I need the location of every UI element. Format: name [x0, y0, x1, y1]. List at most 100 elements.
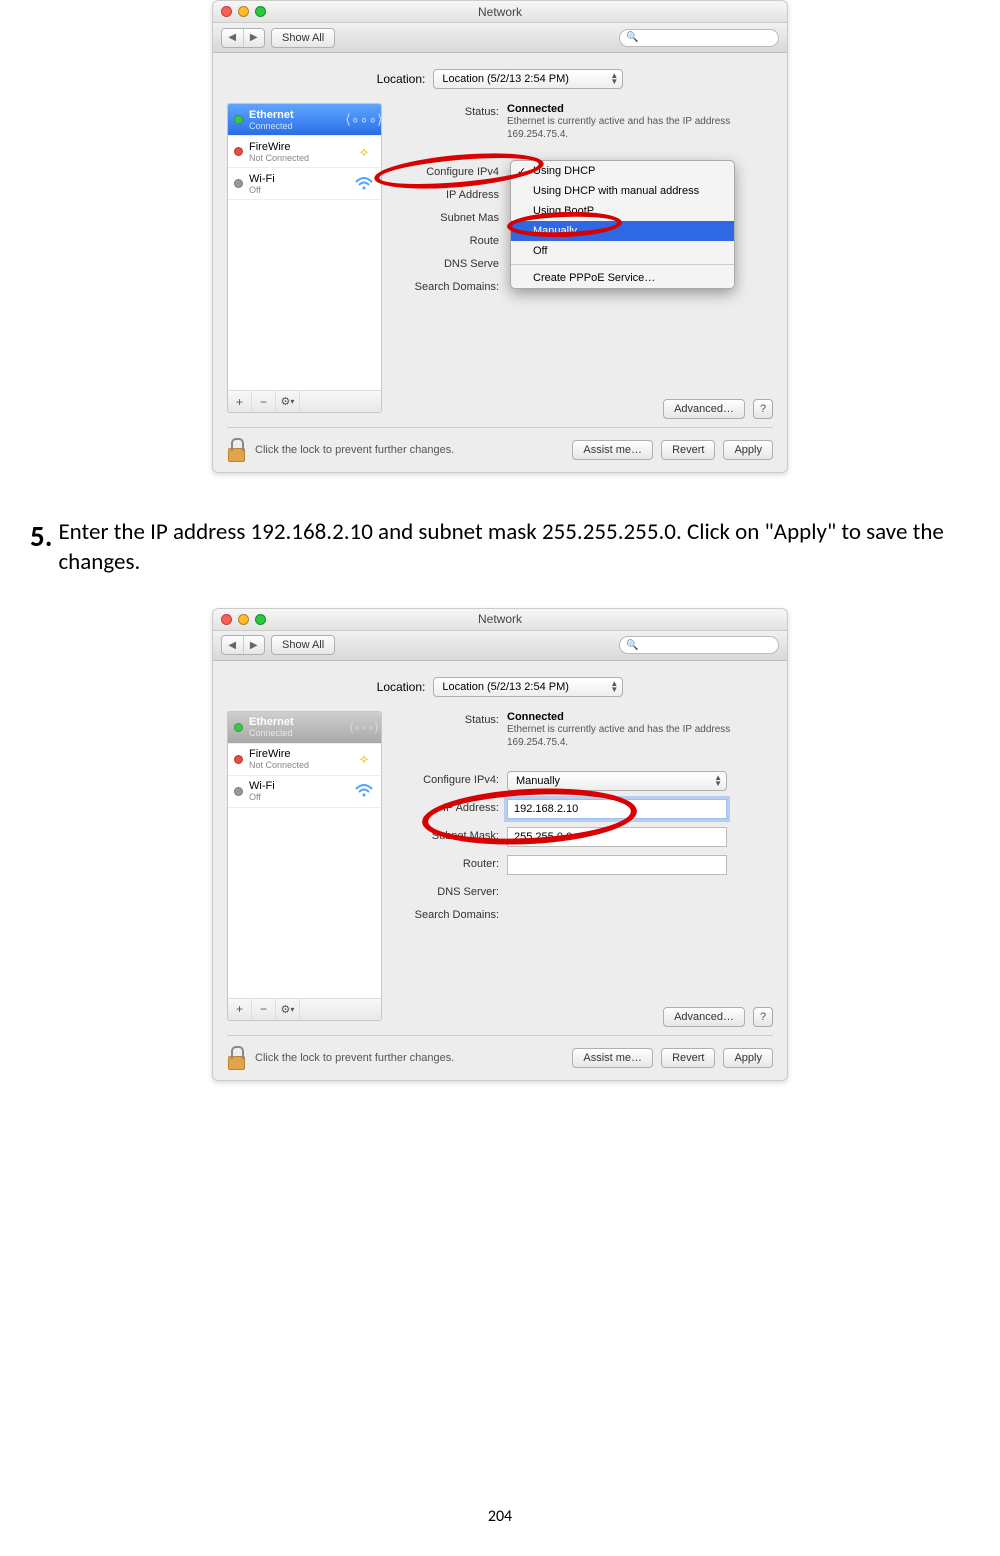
search-domains-label: Search Domains: — [392, 278, 507, 293]
gear-button[interactable]: ⚙︎▾ — [276, 391, 300, 412]
ip-label: IP Address: — [392, 799, 507, 814]
network-window-1: Network ◀ ▶ Show All 🔍 Location: Locatio… — [212, 0, 788, 473]
chevron-updown-icon: ▲▼ — [610, 681, 618, 693]
gear-icon: ⚙︎ — [281, 395, 291, 408]
wifi-icon — [353, 175, 375, 193]
status-dot-icon — [234, 115, 243, 124]
add-button[interactable]: + — [228, 999, 252, 1020]
back-icon[interactable]: ◀ — [222, 636, 244, 654]
menu-item-bootp[interactable]: Using BootP — [511, 201, 734, 221]
ip-address-input[interactable]: 192.168.2.10 — [507, 799, 727, 819]
lock-icon[interactable] — [227, 1046, 247, 1070]
help-button[interactable]: ? — [753, 1007, 773, 1027]
wifi-icon — [353, 782, 375, 800]
advanced-button[interactable]: Advanced… — [663, 399, 745, 419]
advanced-button[interactable]: Advanced… — [663, 1007, 745, 1027]
dns-label: DNS Serve — [392, 255, 507, 270]
titlebar[interactable]: Network — [213, 1, 787, 23]
status-desc: Ethernet is currently active and has the… — [507, 115, 773, 141]
config-ipv4-dropdown[interactable]: Manually ▲▼ — [507, 771, 727, 791]
nav-buttons[interactable]: ◀ ▶ — [221, 635, 265, 655]
gear-icon: ⚙︎ — [281, 1003, 291, 1016]
status-label: Status: — [392, 711, 507, 726]
search-domains-label: Search Domains: — [392, 906, 507, 921]
help-button[interactable]: ? — [753, 399, 773, 419]
location-label: Location: — [377, 72, 426, 86]
status-dot-icon — [234, 179, 243, 188]
location-value: Location (5/2/13 2:54 PM) — [442, 73, 569, 85]
location-dropdown[interactable]: Location (5/2/13 2:54 PM) ▲▼ — [433, 677, 623, 697]
assist-button[interactable]: Assist me… — [572, 1048, 653, 1068]
ethernet-icon: ⟨∘∘∘⟩ — [353, 718, 375, 736]
menu-item-pppoe[interactable]: Create PPPoE Service… — [511, 268, 734, 288]
firewire-icon: ⟡ — [353, 750, 375, 768]
config-label: Configure IPv4: — [392, 771, 507, 786]
router-label: Route — [392, 232, 507, 247]
window-title: Network — [213, 612, 787, 626]
status-dot-icon — [234, 787, 243, 796]
status-dot-icon — [234, 755, 243, 764]
sidebar-footer: + − ⚙︎▾ — [228, 998, 381, 1020]
services-sidebar: Ethernet Connected ⟨∘∘∘⟩ FireWire Not Co… — [227, 711, 382, 1021]
sidebar-item-firewire[interactable]: FireWire Not Connected ⟡ — [228, 136, 381, 168]
showall-button[interactable]: Show All — [271, 635, 335, 655]
status-dot-icon — [234, 723, 243, 732]
router-input[interactable] — [507, 855, 727, 875]
gear-button[interactable]: ⚙︎▾ — [276, 999, 300, 1020]
apply-button[interactable]: Apply — [723, 1048, 773, 1068]
menu-item-dhcp-manual[interactable]: Using DHCP with manual address — [511, 181, 734, 201]
showall-button[interactable]: Show All — [271, 28, 335, 48]
instruction-step-5: 5. Enter the IP address 192.168.2.10 and… — [30, 518, 970, 578]
menu-item-off[interactable]: Off — [511, 241, 734, 261]
details-panel: Status: Connected Ethernet is currently … — [392, 103, 773, 419]
search-input[interactable]: 🔍 — [619, 636, 779, 654]
location-dropdown[interactable]: Location (5/2/13 2:54 PM) ▲▼ — [433, 69, 623, 89]
ip-label: IP Address — [392, 186, 507, 201]
forward-icon[interactable]: ▶ — [244, 636, 265, 654]
apply-button[interactable]: Apply — [723, 440, 773, 460]
toolbar: ◀ ▶ Show All 🔍 — [213, 631, 787, 661]
search-input[interactable]: 🔍 — [619, 29, 779, 47]
menu-item-dhcp[interactable]: Using DHCP — [511, 161, 734, 181]
remove-button[interactable]: − — [252, 391, 276, 412]
location-value: Location (5/2/13 2:54 PM) — [442, 681, 569, 693]
search-icon: 🔍 — [626, 32, 638, 43]
revert-button[interactable]: Revert — [661, 1048, 715, 1068]
config-ipv4-menu[interactable]: Using DHCP Using DHCP with manual addres… — [510, 160, 735, 289]
remove-button[interactable]: − — [252, 999, 276, 1020]
titlebar[interactable]: Network — [213, 609, 787, 631]
menu-item-manually[interactable]: Manually — [511, 221, 734, 241]
status-label: Status: — [392, 103, 507, 118]
subnet-label: Subnet Mask: — [392, 827, 507, 842]
add-button[interactable]: + — [228, 391, 252, 412]
forward-icon[interactable]: ▶ — [244, 29, 265, 47]
status-value: Connected — [507, 103, 773, 115]
lock-icon[interactable] — [227, 438, 247, 462]
window-title: Network — [213, 5, 787, 19]
sidebar-item-wifi[interactable]: Wi-Fi Off — [228, 776, 381, 808]
step-number: 5. — [30, 518, 52, 578]
sidebar-item-firewire[interactable]: FireWire Not Connected ⟡ — [228, 744, 381, 776]
dns-label: DNS Server: — [392, 883, 507, 898]
subnet-mask-input[interactable]: 255.255.0.0 — [507, 827, 727, 847]
menu-separator — [511, 264, 734, 265]
nav-buttons[interactable]: ◀ ▶ — [221, 28, 265, 48]
ethernet-icon: ⟨∘∘∘⟩ — [353, 111, 375, 129]
status-dot-icon — [234, 147, 243, 156]
sidebar-item-ethernet[interactable]: Ethernet Connected ⟨∘∘∘⟩ — [228, 712, 381, 744]
revert-button[interactable]: Revert — [661, 440, 715, 460]
assist-button[interactable]: Assist me… — [572, 440, 653, 460]
config-label: Configure IPv4 — [392, 163, 507, 178]
firewire-icon: ⟡ — [353, 143, 375, 161]
toolbar: ◀ ▶ Show All 🔍 — [213, 23, 787, 53]
sidebar-item-ethernet[interactable]: Ethernet Connected ⟨∘∘∘⟩ — [228, 104, 381, 136]
sidebar-item-wifi[interactable]: Wi-Fi Off — [228, 168, 381, 200]
status-desc: Ethernet is currently active and has the… — [507, 723, 773, 749]
lock-text: Click the lock to prevent further change… — [255, 444, 454, 456]
router-label: Router: — [392, 855, 507, 870]
sidebar-footer: + − ⚙︎▾ — [228, 390, 381, 412]
back-icon[interactable]: ◀ — [222, 29, 244, 47]
location-label: Location: — [377, 680, 426, 694]
status-value: Connected — [507, 711, 773, 723]
details-panel: Status: Connected Ethernet is currently … — [392, 711, 773, 1027]
